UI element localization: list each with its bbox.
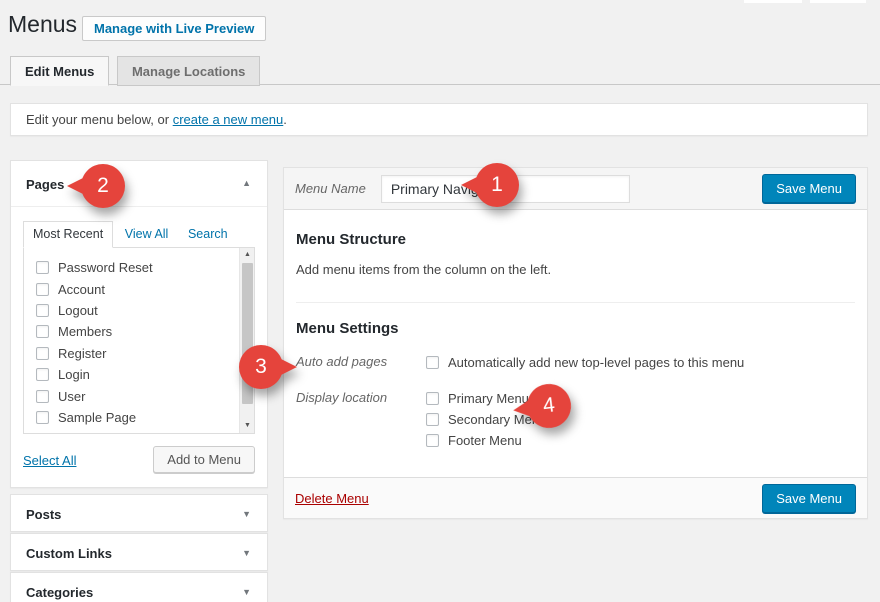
page-list-item: Members — [36, 321, 254, 342]
chevron-down-icon[interactable]: ▼ — [242, 587, 251, 597]
menu-structure-heading: Menu Structure — [296, 231, 855, 248]
callout-2-number: 2 — [81, 164, 125, 208]
posts-accordion-panel: Posts ▼ — [10, 494, 268, 532]
callout-tail-icon — [281, 359, 297, 375]
page-item-label: Account — [58, 282, 105, 297]
add-to-menu-button[interactable]: Add to Menu — [153, 446, 255, 473]
delete-menu-link[interactable]: Delete Menu — [295, 491, 369, 506]
page-list-item: Register — [36, 343, 254, 364]
categories-panel-title: Categories — [26, 585, 93, 600]
page-list-item: Sample Page — [36, 407, 254, 428]
custom-links-panel-header[interactable]: Custom Links ▼ — [11, 534, 267, 573]
pages-panel-header[interactable]: Pages ▲ — [11, 161, 267, 207]
page-item-checkbox[interactable] — [36, 261, 49, 274]
page-item-checkbox[interactable] — [36, 390, 49, 403]
page-list-item: Logout — [36, 300, 254, 321]
primary-menu-checkbox[interactable] — [426, 392, 439, 405]
custom-links-accordion-panel: Custom Links ▼ — [10, 533, 268, 571]
menu-editor-body: Menu Structure Add menu items from the c… — [284, 210, 867, 479]
page-item-label: Login — [58, 367, 90, 382]
scrollbar-down-icon[interactable]: ▼ — [240, 419, 255, 433]
callout-1-number: 1 — [475, 163, 519, 207]
page-item-checkbox[interactable] — [36, 368, 49, 381]
chevron-down-icon[interactable]: ▼ — [242, 548, 251, 558]
page-item-checkbox[interactable] — [36, 347, 49, 360]
page-list-item: User — [36, 385, 254, 406]
pages-filter-tabs: Most Recent View All Search — [23, 221, 255, 248]
callout-tail-icon — [461, 177, 477, 193]
page-item-checkbox[interactable] — [36, 283, 49, 296]
help-tab[interactable] — [810, 0, 866, 3]
auto-add-pages-option-label: Automatically add new top-level pages to… — [448, 355, 744, 370]
categories-panel-header[interactable]: Categories ▼ — [11, 573, 267, 602]
menu-editor-footer: Delete Menu Save Menu — [284, 477, 867, 518]
callout-3-marker: 3 — [239, 345, 283, 389]
custom-links-panel-title: Custom Links — [26, 546, 112, 561]
footer-menu-label: Footer Menu — [448, 433, 522, 448]
page-item-checkbox[interactable] — [36, 325, 49, 338]
pages-accordion-panel: Pages ▲ Most Recent View All Search Pass… — [10, 160, 268, 488]
page-item-checkbox[interactable] — [36, 304, 49, 317]
chevron-down-icon[interactable]: ▼ — [242, 509, 251, 519]
menu-structure-description: Add menu items from the column on the le… — [296, 262, 855, 277]
page-item-label: User — [58, 389, 85, 404]
tab-search[interactable]: Search — [180, 222, 236, 247]
pages-panel-body: Most Recent View All Search Password Res… — [11, 207, 267, 486]
auto-add-pages-label: Auto add pages — [296, 352, 426, 373]
page-list-item: Password Reset — [36, 257, 254, 278]
nav-tabs: Edit Menus Manage Locations — [0, 55, 880, 85]
menu-name-label: Menu Name — [295, 181, 366, 196]
page-item-label: Sample Page — [58, 410, 136, 425]
page-item-label: Members — [58, 324, 112, 339]
callout-3-number: 3 — [239, 345, 283, 389]
pages-panel-title: Pages — [26, 177, 64, 192]
screen-options-tab[interactable] — [744, 0, 802, 3]
callout-1-marker: 1 — [475, 163, 519, 207]
page-list-item: Login — [36, 364, 254, 385]
scrollbar-up-icon[interactable]: ▲ — [240, 248, 255, 262]
menus-admin-screen: Menus Manage with Live Preview Edit Menu… — [0, 0, 880, 602]
edit-menu-notice: Edit your menu below, or create a new me… — [10, 103, 868, 136]
callout-4-marker: 4 — [524, 381, 573, 430]
tab-edit-menus[interactable]: Edit Menus — [10, 56, 109, 86]
manage-live-preview-button[interactable]: Manage with Live Preview — [82, 16, 266, 41]
page-item-label: Register — [58, 346, 106, 361]
location-row: Footer Menu — [426, 430, 546, 451]
page-list-item: Account — [36, 278, 254, 299]
save-menu-button-top[interactable]: Save Menu — [762, 174, 856, 203]
page-title: Menus — [8, 10, 77, 40]
menu-name-bar: Menu Name Save Menu — [284, 168, 867, 210]
notice-text-suffix: . — [283, 112, 287, 127]
posts-panel-title: Posts — [26, 507, 61, 522]
select-all-link[interactable]: Select All — [23, 453, 76, 468]
categories-accordion-panel: Categories ▼ — [10, 572, 268, 602]
create-new-menu-link[interactable]: create a new menu — [173, 112, 284, 127]
callout-4-number: 4 — [524, 381, 573, 430]
auto-add-pages-checkbox[interactable] — [426, 356, 439, 369]
posts-panel-header[interactable]: Posts ▼ — [11, 495, 267, 534]
scrollbar[interactable]: ▲ ▼ — [239, 248, 254, 433]
menu-editor-panel: Menu Name Save Menu Menu Structure Add m… — [283, 167, 868, 519]
page-item-label: Logout — [58, 303, 98, 318]
chevron-up-icon[interactable]: ▲ — [242, 178, 251, 188]
save-menu-button-bottom[interactable]: Save Menu — [762, 484, 856, 513]
footer-menu-checkbox[interactable] — [426, 434, 439, 447]
callout-tail-icon — [512, 400, 530, 418]
display-location-label: Display location — [296, 388, 426, 451]
page-item-label: Password Reset — [58, 260, 153, 275]
callout-2-marker: 2 — [81, 164, 125, 208]
tab-manage-locations[interactable]: Manage Locations — [117, 56, 260, 86]
page-item-checkbox[interactable] — [36, 411, 49, 424]
notice-text: Edit your menu below, or — [26, 112, 173, 127]
tab-view-all[interactable]: View All — [117, 222, 177, 247]
pages-checklist: Password Reset Account Logout Members Re… — [23, 247, 255, 434]
tab-most-recent[interactable]: Most Recent — [23, 221, 113, 248]
secondary-menu-checkbox[interactable] — [426, 413, 439, 426]
menu-settings-heading: Menu Settings — [296, 320, 855, 337]
callout-tail-icon — [67, 178, 83, 194]
